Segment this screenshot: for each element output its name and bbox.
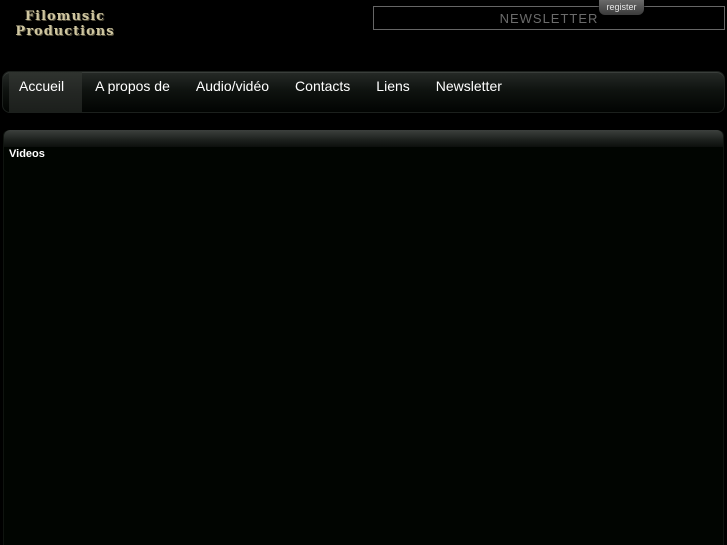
register-button[interactable]: register — [599, 0, 644, 15]
newsletter-signup — [373, 6, 725, 30]
videos-panel: Videos — [3, 130, 724, 545]
panel-title: Videos — [9, 148, 45, 160]
logo-line-2: Productions — [15, 24, 115, 39]
logo-line-1: Filomusic — [24, 9, 106, 24]
page: Filomusic Productions register Accueil A… — [0, 0, 727, 545]
nav-item-a-propos[interactable]: A propos de — [82, 72, 183, 112]
panel-header-bar — [4, 130, 723, 147]
nav-item-newsletter[interactable]: Newsletter — [423, 72, 515, 112]
nav-item-audio-video[interactable]: Audio/vidéo — [183, 72, 282, 112]
site-logo[interactable]: Filomusic Productions — [10, 9, 120, 39]
nav-item-liens[interactable]: Liens — [363, 72, 422, 112]
nav-item-contacts[interactable]: Contacts — [282, 72, 363, 112]
newsletter-email-input[interactable] — [374, 7, 724, 29]
nav-item-accueil[interactable]: Accueil — [9, 72, 83, 112]
main-navigation: Accueil A propos de Audio/vidéo Contacts… — [2, 71, 725, 113]
